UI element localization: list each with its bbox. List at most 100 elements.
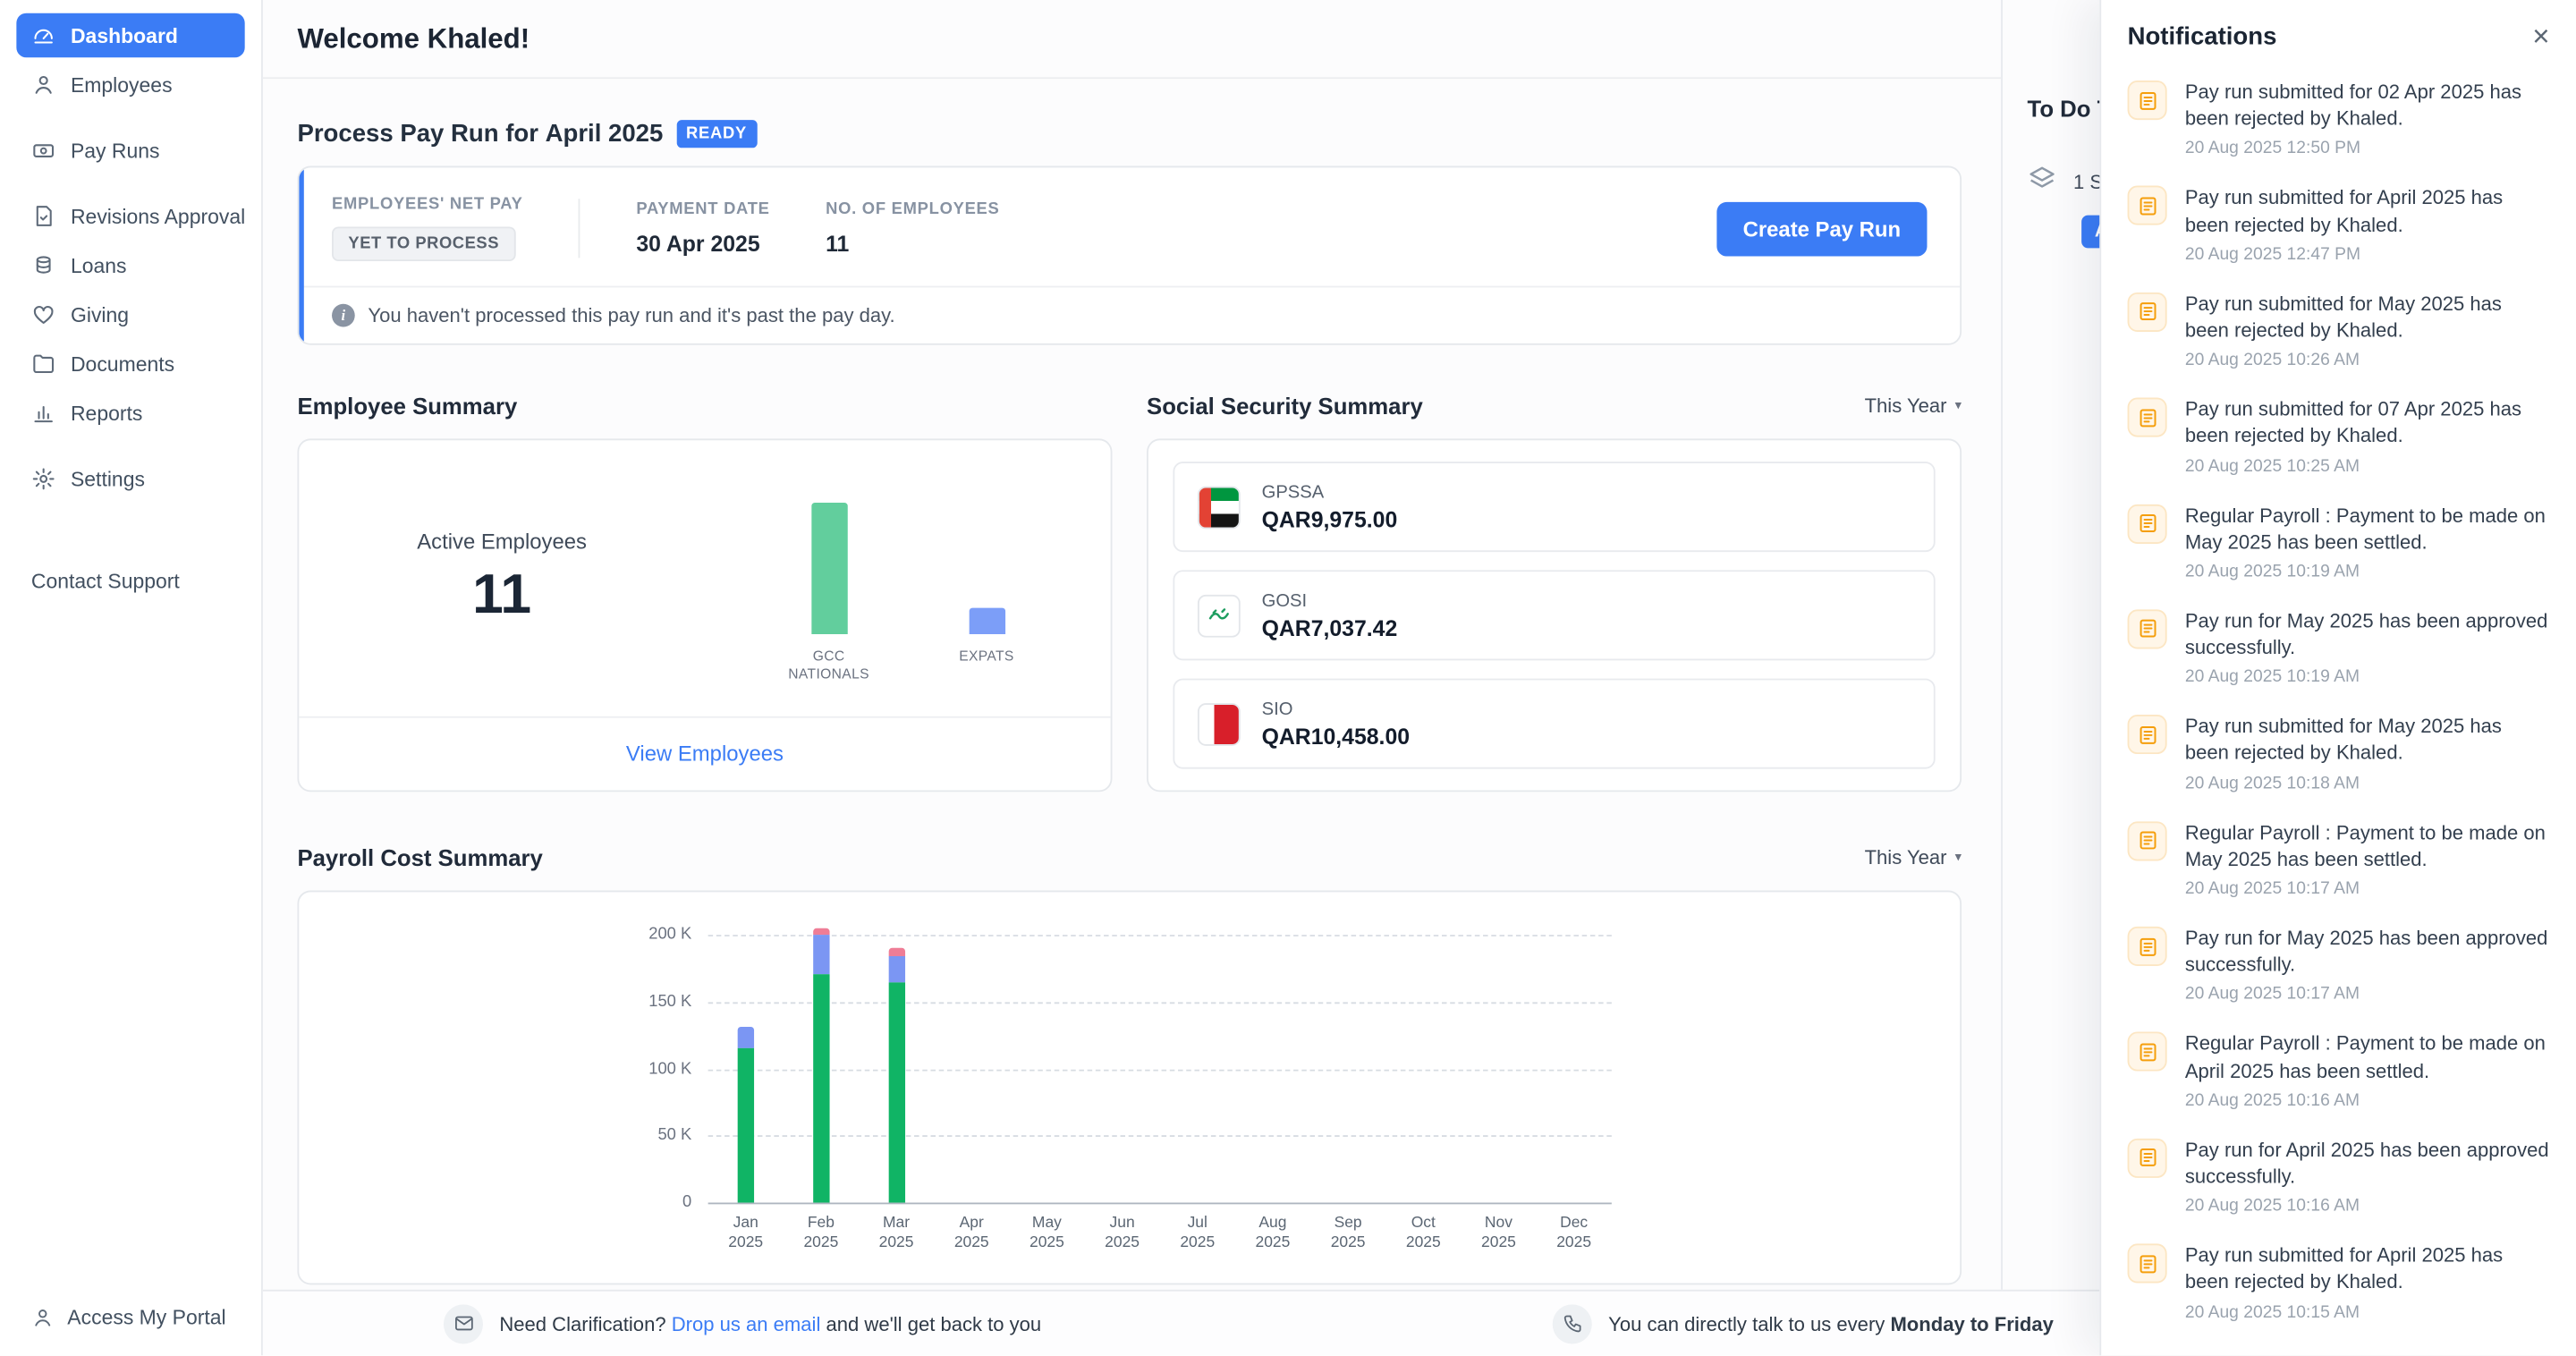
email-icon	[444, 1303, 483, 1343]
sidebar: Dashboard Employees Pay Runs Revisions A…	[0, 0, 263, 1355]
sidebar-item-documents[interactable]: Documents	[16, 342, 244, 386]
series-green-segment	[813, 975, 829, 1202]
settings-gear-icon	[31, 467, 56, 492]
contact-support-link[interactable]: Contact Support	[16, 560, 244, 603]
notification-timestamp: 20 Aug 2025 10:25 AM	[2185, 456, 2550, 476]
payroll-bar-column: Jun2025	[1085, 935, 1160, 1202]
chevron-down-icon: ▾	[1955, 850, 1962, 865]
payroll-cost-filter-dropdown[interactable]: This Year ▾	[1865, 845, 1962, 869]
y-axis-tick-label: 150 K	[648, 993, 691, 1011]
payroll-bar-column: Jul2025	[1160, 935, 1235, 1202]
notification-item[interactable]: Regular Payroll : Payment to be made on …	[2101, 488, 2576, 594]
series-blue-segment	[738, 1027, 754, 1048]
x-axis-tick-label: Apr2025	[934, 1214, 1009, 1254]
social-security-row[interactable]: GOSIQAR7,037.42	[1173, 570, 1935, 660]
page-title: Welcome Khaled!	[297, 22, 530, 55]
employee-count-label: NO. OF EMPLOYEES	[826, 200, 999, 218]
access-my-portal-link[interactable]: Access My Portal	[16, 1296, 244, 1339]
notification-text: Regular Payroll : Payment to be made on …	[2185, 1030, 2550, 1083]
dashboard-gauge-icon	[31, 23, 56, 48]
uae-flag-icon	[1198, 486, 1241, 529]
payrun-notice-text: You haven't processed this pay run and i…	[368, 304, 894, 327]
x-axis-tick-label: Jan2025	[708, 1214, 784, 1254]
sidebar-item-reports[interactable]: Reports	[16, 391, 244, 436]
notification-text: Pay run submitted for 02 Apr 2025 has be…	[2185, 79, 2550, 131]
sidebar-item-revisions-approval[interactable]: Revisions Approval	[16, 194, 244, 239]
sidebar-item-pay-runs[interactable]: Pay Runs	[16, 128, 244, 173]
notification-timestamp: 20 Aug 2025 10:17 AM	[2185, 879, 2550, 899]
close-icon[interactable]: ×	[2532, 21, 2549, 51]
footer-talk-text: You can directly talk to us every Monday…	[1608, 1312, 2054, 1335]
chevron-down-icon: ▾	[1955, 397, 1962, 412]
sidebar-item-giving[interactable]: Giving	[16, 292, 244, 337]
notification-item[interactable]: Regular Payroll : Payment to be made on …	[2101, 806, 2576, 911]
sidebar-item-loans[interactable]: Loans	[16, 243, 244, 288]
welcome-bar: Welcome Khaled!	[263, 0, 2001, 79]
sidebar-item-dashboard[interactable]: Dashboard	[16, 13, 244, 58]
sidebar-item-label: Reports	[71, 402, 142, 425]
scheme-name: GPSSA	[1262, 482, 1398, 502]
payroll-bar-column: Feb2025	[784, 935, 859, 1202]
payroll-bar-column: May2025	[1009, 935, 1084, 1202]
payrun-notification-icon	[2128, 1244, 2167, 1284]
notification-item[interactable]: Pay run for May 2025 has been approved s…	[2101, 595, 2576, 700]
series-pink-segment	[813, 928, 829, 935]
employee-summary-title: Employee Summary	[297, 392, 517, 418]
x-axis-tick-label: Jun2025	[1085, 1214, 1160, 1254]
notifications-list: Pay run submitted for 02 Apr 2025 has be…	[2101, 65, 2576, 1355]
sidebar-item-employees[interactable]: Employees	[16, 63, 244, 107]
social-security-filter-dropdown[interactable]: This Year ▾	[1865, 394, 1962, 417]
notification-item[interactable]: Pay run submitted for April 2025 has bee…	[2101, 172, 2576, 277]
pay-runs-icon	[31, 138, 56, 163]
notification-timestamp: 20 Aug 2025 10:16 AM	[2185, 1090, 2550, 1110]
revisions-approval-icon	[31, 204, 56, 229]
notification-text: Pay run submitted for April 2025 has bee…	[2185, 1242, 2550, 1295]
payrun-notification-icon	[2128, 1032, 2167, 1072]
notification-item[interactable]: Pay run submitted for April 2025 has bee…	[2101, 1229, 2576, 1335]
x-axis-tick-label: Feb2025	[784, 1214, 859, 1254]
payment-date-label: PAYMENT DATE	[636, 200, 769, 218]
x-axis-tick-label: Nov2025	[1461, 1214, 1536, 1254]
y-axis-tick-label: 50 K	[657, 1127, 691, 1145]
notification-text: Pay run for May 2025 has been approved s…	[2185, 925, 2550, 978]
sidebar-item-label: Loans	[71, 254, 127, 277]
notification-item[interactable]: Pay run for April 2025 has been approved…	[2101, 1123, 2576, 1229]
x-axis-tick-label: Aug2025	[1235, 1214, 1310, 1254]
series-blue-segment	[888, 956, 904, 983]
scheme-amount: QAR7,037.42	[1262, 615, 1398, 640]
payroll-bar-column: Dec2025	[1537, 935, 1612, 1202]
sidebar-item-label: Giving	[71, 303, 129, 326]
documents-folder-icon	[31, 352, 56, 377]
notification-item[interactable]: Pay run submitted for 02 Apr 2025 has be…	[2101, 65, 2576, 171]
notification-timestamp: 20 Aug 2025 10:26 AM	[2185, 350, 2550, 369]
notification-text: Pay run submitted for April 2025 has bee…	[2185, 184, 2550, 237]
notification-text: Regular Payroll : Payment to be made on …	[2185, 819, 2550, 872]
view-employees-link[interactable]: View Employees	[626, 741, 784, 766]
payroll-bar-column: Aug2025	[1235, 935, 1310, 1202]
yet-to-process-badge: YET TO PROCESS	[332, 226, 515, 261]
sidebar-item-settings[interactable]: Settings	[16, 457, 244, 502]
notification-item[interactable]: Pay run submitted for May 2025 has been …	[2101, 700, 2576, 806]
social-security-row[interactable]: SIOQAR10,458.00	[1173, 679, 1935, 769]
notification-item[interactable]: Regular Payroll : Payment to be made on …	[2101, 1018, 2576, 1123]
payrun-notification-icon	[2128, 292, 2167, 331]
payroll-bar-column: Apr2025	[934, 935, 1009, 1202]
payroll-cost-card: 050 K100 K150 K200 KJan2025Feb2025Mar202…	[297, 891, 1962, 1285]
notification-timestamp: 20 Aug 2025 12:50 PM	[2185, 139, 2550, 158]
payment-date-value: 30 Apr 2025	[636, 232, 769, 257]
notification-item[interactable]: Pay run submitted for 07 Apr 2025 has be…	[2101, 383, 2576, 488]
app-window: Dashboard Employees Pay Runs Revisions A…	[0, 0, 2576, 1355]
social-security-row[interactable]: GPSSA QAR9,975.00	[1173, 462, 1935, 552]
scheme-name: SIO	[1262, 699, 1410, 719]
drop-us-an-email-link[interactable]: Drop us an email	[672, 1312, 821, 1335]
layers-icon	[2028, 165, 2057, 199]
person-icon	[31, 1306, 55, 1329]
payrun-notification-icon	[2128, 81, 2167, 120]
payrun-card: EMPLOYEES' NET PAY YET TO PROCESS PAYMEN…	[297, 166, 1962, 345]
divider	[579, 199, 580, 258]
scheme-amount: QAR9,975.00	[1262, 507, 1398, 532]
payroll-bar	[813, 928, 829, 1203]
notification-item[interactable]: Pay run submitted for May 2025 has been …	[2101, 277, 2576, 383]
notification-item[interactable]: Pay run for May 2025 has been approved s…	[2101, 911, 2576, 1017]
create-pay-run-button[interactable]: Create Pay Run	[1716, 201, 1927, 256]
